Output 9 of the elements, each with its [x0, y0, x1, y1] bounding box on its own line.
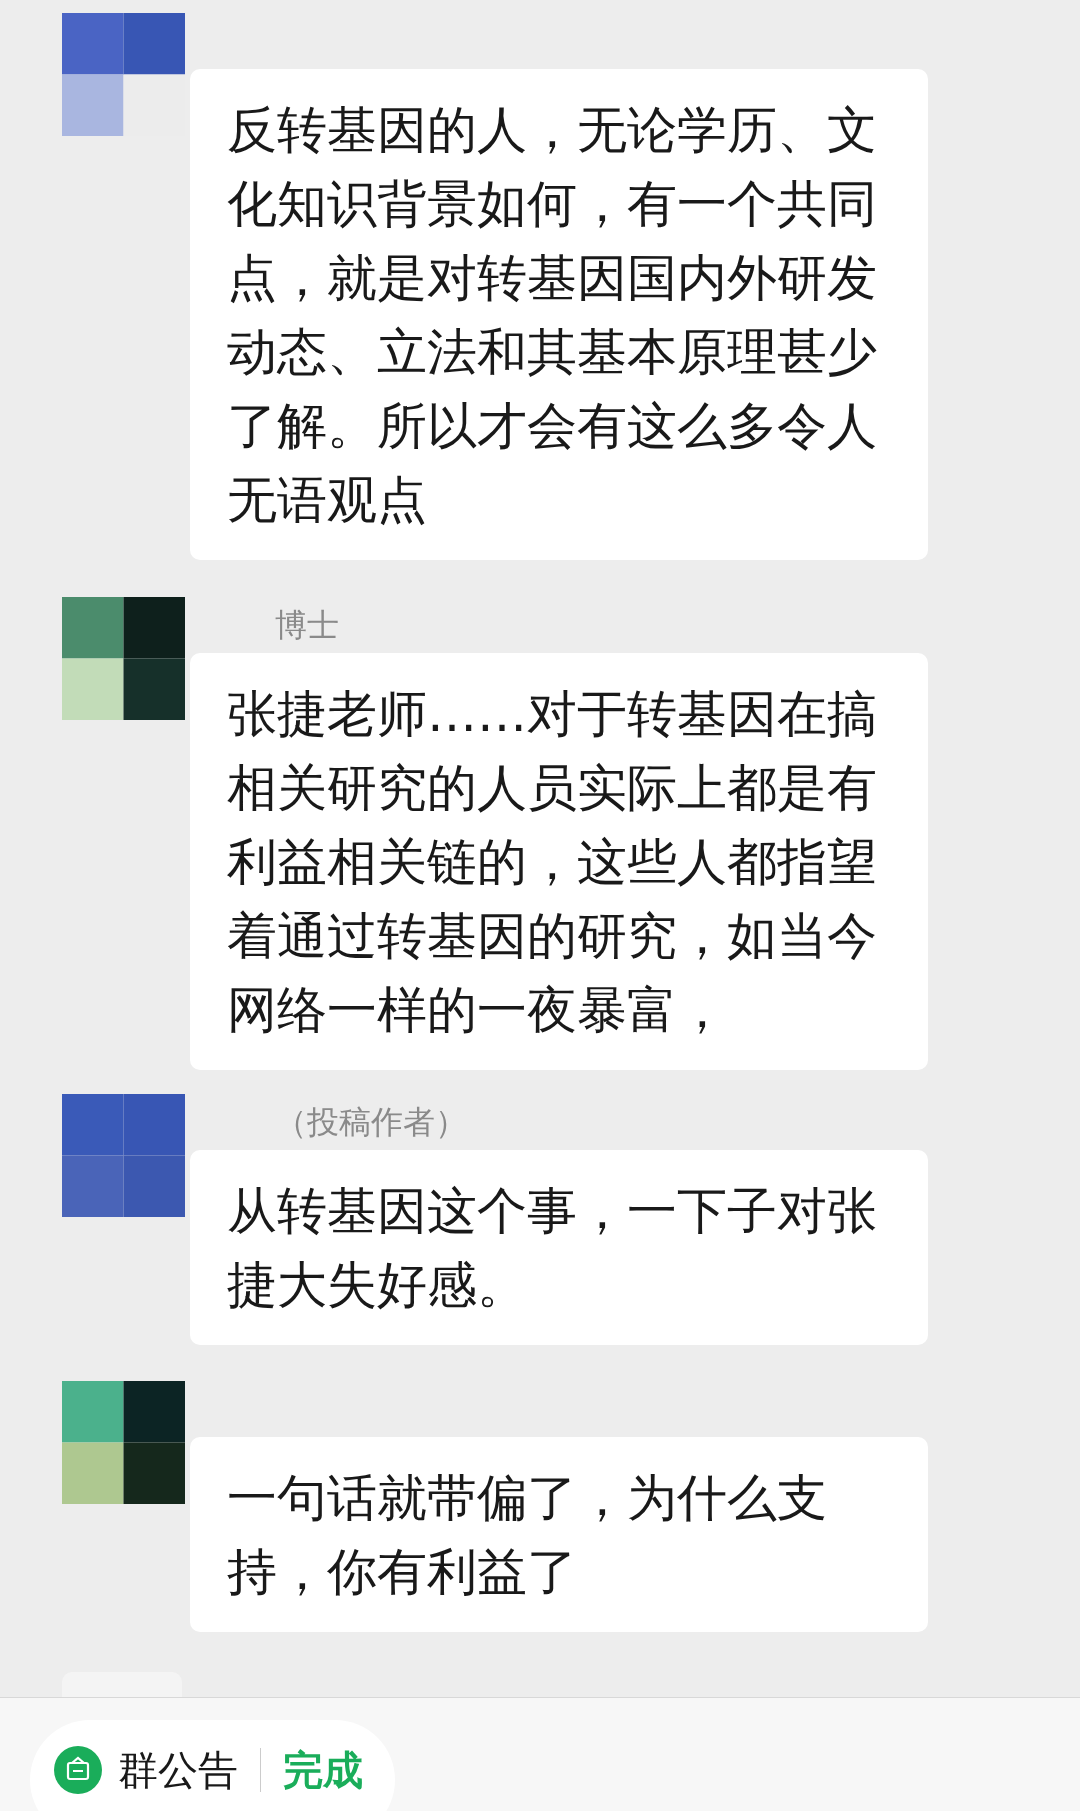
sender-name: （投稿作者）	[274, 1102, 468, 1143]
notice-pill[interactable]: 群公告 完成	[30, 1720, 395, 1811]
message-bubble: 一句话就带偏了，为什么支持，你有利益了	[190, 1437, 928, 1632]
message-bubble: 从转基因这个事，一下子对张捷大失好感。	[190, 1150, 928, 1345]
message-bubble: 张捷老师……对于转基因在搞相关研究的人员实际上都是有利益相关链的，这些人都指望着通过转基因的研究，如当今网络一样的一夜暴富，	[190, 653, 928, 1070]
notice-icon	[54, 1746, 102, 1794]
message-bubble: 反转基因的人，无论学历、文化知识背景如何，有一个共同点，就是对转基因国内外研发动态、立法和其基本原理甚少了解。所以才会有这么多令人无语观点	[190, 69, 928, 560]
sender-name: 博士	[274, 605, 340, 646]
notice-label: 群公告	[118, 1746, 238, 1794]
